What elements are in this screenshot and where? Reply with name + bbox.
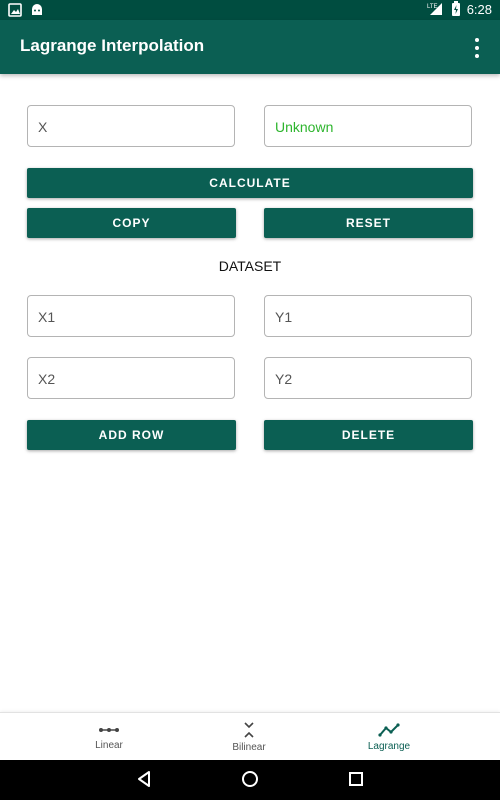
nav-label-bilinear: Bilinear — [232, 741, 266, 753]
more-vert-icon[interactable] — [472, 38, 482, 58]
x2-input[interactable]: X2 — [27, 357, 235, 399]
status-bar: LTE 6:28 — [0, 0, 500, 20]
y1-input[interactable]: Y1 — [264, 295, 472, 337]
calculate-button[interactable]: CALCULATE — [27, 168, 473, 198]
nav-label-linear: Linear — [95, 739, 123, 751]
image-notification-icon — [8, 3, 22, 17]
home-icon[interactable] — [241, 770, 259, 788]
y2-input[interactable]: Y2 — [264, 357, 472, 399]
y1-input-placeholder: Y1 — [275, 309, 293, 325]
delete-button[interactable]: DELETE — [264, 420, 473, 450]
result-field: Unknown — [264, 105, 472, 147]
result-text: Unknown — [275, 119, 334, 135]
lagrange-icon — [378, 722, 400, 737]
bottom-navigation: Linear Bilinear Lagrange — [0, 712, 500, 761]
x1-input[interactable]: X1 — [27, 295, 235, 337]
x-input[interactable]: X — [27, 105, 235, 147]
x-input-placeholder: X — [38, 119, 48, 135]
system-navigation-bar — [0, 760, 500, 800]
add-row-button[interactable]: ADD ROW — [27, 420, 236, 450]
svg-text:LTE: LTE — [427, 4, 438, 10]
x2-input-placeholder: X2 — [38, 371, 56, 387]
x1-input-placeholder: X1 — [38, 309, 56, 325]
reset-button[interactable]: RESET — [264, 208, 473, 238]
nav-item-lagrange[interactable]: Lagrange — [306, 713, 472, 761]
page-title: Lagrange Interpolation — [20, 36, 205, 55]
notification-icons — [8, 2, 44, 18]
battery-icon — [451, 1, 460, 16]
y2-input-placeholder: Y2 — [275, 371, 293, 387]
app-bar: Lagrange Interpolation — [0, 20, 500, 74]
nav-label-lagrange: Lagrange — [367, 740, 411, 752]
android-icon — [32, 4, 42, 15]
copy-button[interactable]: COPY — [27, 208, 236, 238]
back-icon[interactable] — [136, 770, 152, 788]
recents-icon[interactable] — [348, 770, 364, 788]
clock: 6:28 — [466, 1, 492, 17]
lte-signal-icon: LTE — [427, 3, 442, 15]
dataset-title: DATASET — [218, 258, 282, 274]
system-status: LTE 6:28 — [427, 1, 492, 17]
linear-icon — [99, 727, 119, 732]
bilinear-icon — [244, 721, 254, 738]
